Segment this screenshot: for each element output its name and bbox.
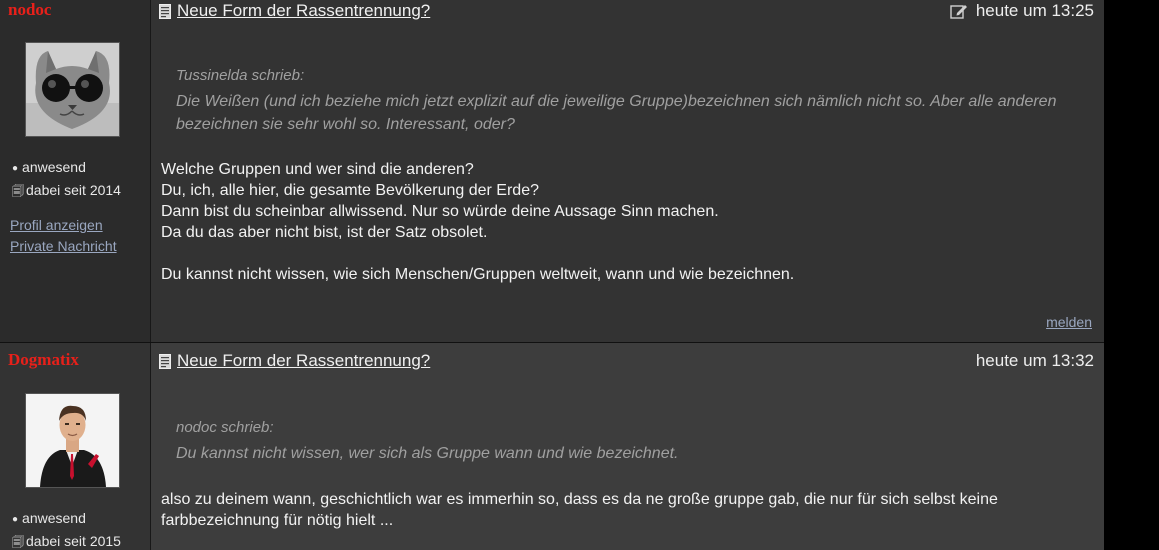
- report-link[interactable]: melden: [1046, 314, 1092, 330]
- calendar-icon: 🗐: [12, 184, 24, 198]
- post-timestamp: heute um 13:25: [975, 1, 1094, 20]
- post-header: Neue Form der Rassentrennung? heute um 1…: [159, 350, 1094, 372]
- author-panel: nodoc ● anwesend 🗐 dabei seit 2014 Profi…: [0, 0, 151, 342]
- quote-block: nodoc schrieb: Du kannst nicht wissen, w…: [176, 418, 1084, 465]
- quote-author: Tussinelda schrieb:: [176, 67, 305, 84]
- post-line: Welche Gruppen und wer sind die anderen?: [161, 161, 474, 178]
- quote-author: nodoc schrieb:: [176, 419, 274, 436]
- calendar-icon: 🗐: [12, 535, 24, 549]
- post-line: Du, ich, alle hier, die gesamte Bevölker…: [161, 182, 539, 199]
- post-line: also zu deinem wann, geschichtlich war e…: [161, 491, 998, 529]
- forum-post: Dogmatix ● anwesend 🗐 dabei seit 2015 Ne…: [0, 342, 1104, 550]
- edit-icon[interactable]: [950, 3, 968, 19]
- author-username[interactable]: Dogmatix: [8, 350, 79, 370]
- post-body: Neue Form der Rassentrennung? heute um 1…: [151, 343, 1104, 550]
- post-line: Du kannst nicht wissen, wie sich Mensche…: [161, 266, 795, 283]
- status-dot-icon: ●: [12, 163, 19, 174]
- post-text: also zu deinem wann, geschichtlich war e…: [161, 489, 1084, 531]
- post-title-link[interactable]: Neue Form der Rassentrennung?: [177, 1, 430, 21]
- post-line: Dann bist du scheinbar allwissend. Nur s…: [161, 203, 719, 220]
- post-header: Neue Form der Rassentrennung? heute um 1…: [159, 0, 1094, 22]
- member-since: 🗐 dabei seit 2015: [12, 533, 121, 549]
- post-title-link[interactable]: Neue Form der Rassentrennung?: [177, 351, 430, 371]
- document-icon: [159, 353, 171, 369]
- profile-link[interactable]: Profil anzeigen: [10, 215, 117, 236]
- post-body: Neue Form der Rassentrennung? heute um 1…: [151, 0, 1104, 342]
- avatar[interactable]: [25, 42, 120, 137]
- online-status: ● anwesend: [12, 510, 86, 526]
- quote-text: Die Weißen (und ich beziehe mich jetzt e…: [176, 93, 1057, 133]
- author-links: Profil anzeigen Private Nachricht: [10, 215, 117, 257]
- post-line: [161, 243, 1084, 264]
- post-text: Welche Gruppen und wer sind die anderen?…: [161, 159, 1084, 285]
- post-line: Da du das aber nicht bist, ist der Satz …: [161, 224, 488, 241]
- post-timestamp: heute um 13:32: [975, 351, 1094, 370]
- avatar[interactable]: [25, 393, 120, 488]
- post-meta: heute um 13:32: [976, 351, 1094, 371]
- private-message-link[interactable]: Private Nachricht: [10, 236, 117, 257]
- author-panel: Dogmatix ● anwesend 🗐 dabei seit 2015: [0, 343, 151, 550]
- online-status: ● anwesend: [12, 159, 86, 175]
- forum-thread: nodoc ● anwesend 🗐 dabei seit 2014 Profi…: [0, 0, 1104, 550]
- document-icon: [159, 3, 171, 19]
- status-dot-icon: ●: [12, 514, 19, 525]
- author-username[interactable]: nodoc: [8, 0, 51, 20]
- quote-block: Tussinelda schrieb: Die Weißen (und ich …: [176, 66, 1084, 136]
- forum-post: nodoc ● anwesend 🗐 dabei seit 2014 Profi…: [0, 0, 1104, 342]
- post-meta: heute um 13:25: [950, 1, 1094, 21]
- member-since: 🗐 dabei seit 2014: [12, 182, 121, 198]
- quote-text: Du kannst nicht wissen, wer sich als Gru…: [176, 445, 679, 462]
